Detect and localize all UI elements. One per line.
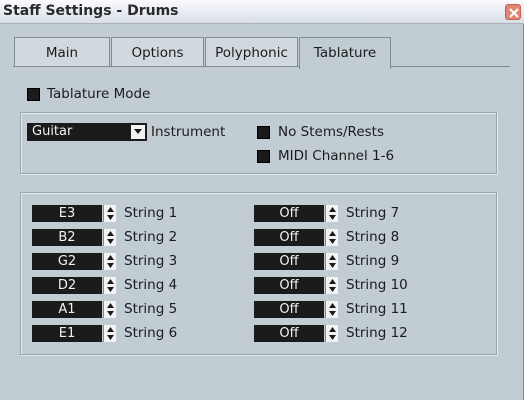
string-1-label: String 1 [124,205,178,221]
no-stems-label: No Stems/Rests [278,124,384,140]
spinner-arrows-icon [107,231,114,244]
spinner-arrows-icon [107,255,114,268]
string-7-field[interactable]: Off [254,205,324,222]
string-6-spinner[interactable] [103,325,116,342]
string-3-spinner[interactable] [103,253,116,270]
string-6-label: String 6 [124,325,178,341]
string-12-spinner[interactable] [325,325,338,342]
string-3-label: String 3 [124,253,178,269]
string-9-field[interactable]: Off [254,253,324,270]
spinner-arrows-icon [107,279,114,292]
spinner-arrows-icon [329,231,336,244]
spinner-arrows-icon [107,207,114,220]
string-5-spinner[interactable] [103,301,116,318]
string-4-field[interactable]: D2 [32,277,102,294]
tab-tablature[interactable]: Tablature [299,37,391,69]
tab-divider [13,66,510,67]
spinner-arrows-icon [329,303,336,316]
instrument-label: Instrument [151,124,226,140]
string-8-field[interactable]: Off [254,229,324,246]
tablature-mode-checkbox[interactable] [27,88,40,101]
string-12-field[interactable]: Off [254,325,324,342]
chevron-down-icon [134,129,142,134]
spinner-arrows-icon [329,279,336,292]
window-title: Staff Settings - Drums [3,3,179,19]
string-11-spinner[interactable] [325,301,338,318]
string-5-label: String 5 [124,301,178,317]
instrument-dropdown[interactable]: Guitar [27,123,147,141]
instrument-value: Guitar [32,124,73,139]
string-2-field[interactable]: B2 [32,229,102,246]
string-1-spinner[interactable] [103,205,116,222]
spinner-arrows-icon [329,207,336,220]
close-button[interactable] [505,4,521,20]
tab-polyphonic[interactable]: Polyphonic [205,37,298,67]
string-10-spinner[interactable] [325,277,338,294]
spinner-arrows-icon [107,327,114,340]
string-5-field[interactable]: A1 [32,301,102,318]
staff-settings-window: Staff Settings - Drums Main Options Poly… [0,0,524,400]
tab-options[interactable]: Options [111,37,204,67]
dropdown-arrow[interactable] [131,125,145,139]
string-4-label: String 4 [124,277,178,293]
string-12-label: String 12 [346,325,408,341]
midi-channel-checkbox[interactable] [257,150,270,163]
string-8-label: String 8 [346,229,400,245]
no-stems-checkbox[interactable] [257,126,270,139]
spinner-arrows-icon [329,327,336,340]
instrument-group [20,112,497,174]
string-7-spinner[interactable] [325,205,338,222]
string-10-field[interactable]: Off [254,277,324,294]
string-3-field[interactable]: G2 [32,253,102,270]
tab-bar: Main Options Polyphonic Tablature [0,37,524,69]
string-2-label: String 2 [124,229,178,245]
spinner-arrows-icon [107,303,114,316]
string-7-label: String 7 [346,205,400,221]
string-10-label: String 10 [346,277,408,293]
string-6-field[interactable]: E1 [32,325,102,342]
midi-channel-label: MIDI Channel 1-6 [278,148,395,164]
string-9-label: String 9 [346,253,400,269]
string-8-spinner[interactable] [325,229,338,246]
string-9-spinner[interactable] [325,253,338,270]
string-11-field[interactable]: Off [254,301,324,318]
string-11-label: String 11 [346,301,408,317]
tablature-mode-label: Tablature Mode [47,86,151,102]
tab-main[interactable]: Main [14,37,110,67]
string-1-field[interactable]: E3 [32,205,102,222]
close-icon [509,8,519,18]
title-bar[interactable]: Staff Settings - Drums [0,0,524,24]
spinner-arrows-icon [329,255,336,268]
string-4-spinner[interactable] [103,277,116,294]
string-2-spinner[interactable] [103,229,116,246]
